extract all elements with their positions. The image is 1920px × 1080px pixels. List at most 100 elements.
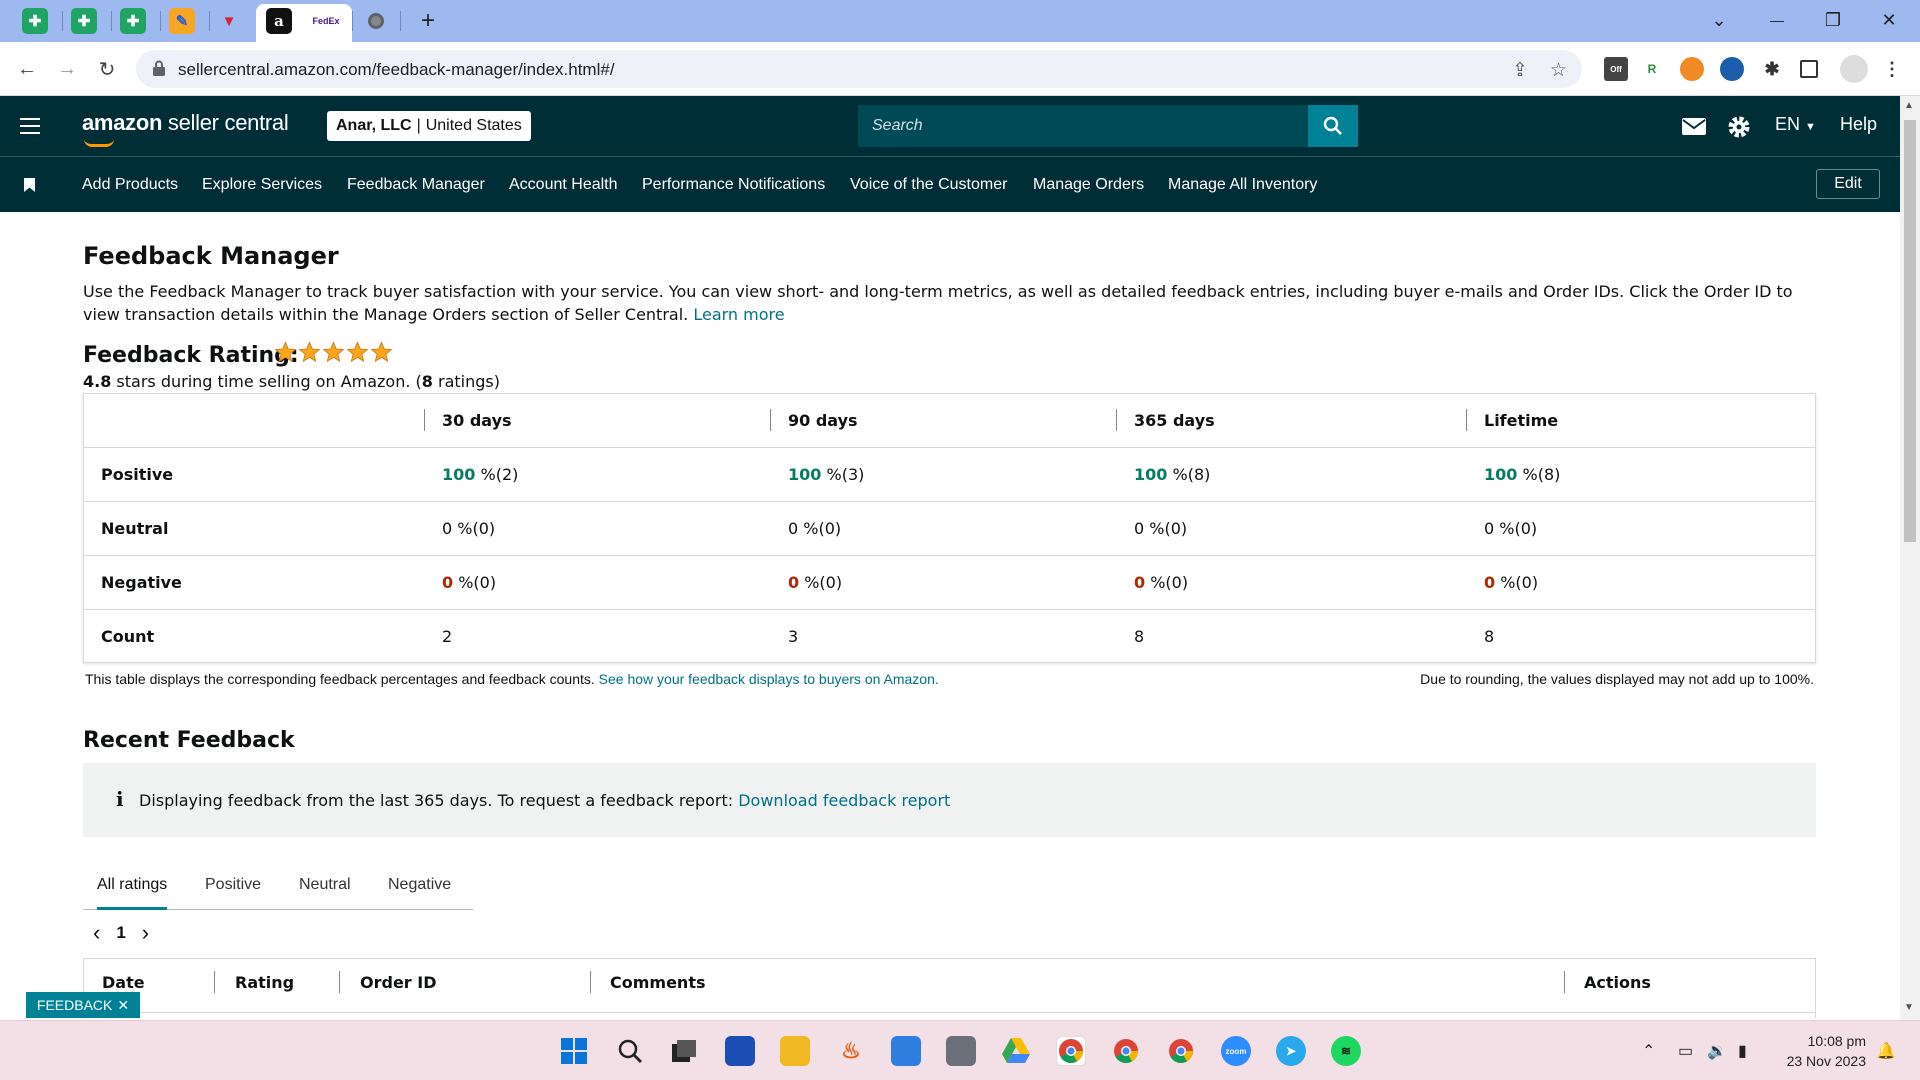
column-separator (1564, 971, 1565, 993)
nav-manage-inventory[interactable]: Manage All Inventory (1168, 176, 1317, 194)
column-header-rating[interactable]: Rating (235, 973, 294, 992)
new-tab-button[interactable]: + (415, 7, 441, 34)
share-icon[interactable]: ⇪ (1512, 59, 1528, 82)
search-input[interactable]: Search (858, 105, 1308, 147)
nav-manage-orders[interactable]: Manage Orders (1033, 176, 1144, 194)
extension-off-icon[interactable]: Off (1604, 57, 1628, 81)
tab-neutral[interactable]: Neutral (299, 876, 351, 894)
reload-icon[interactable]: ↻ (93, 55, 121, 83)
close-icon[interactable]: ✕ (117, 997, 129, 1014)
learn-more-link[interactable]: Learn more (693, 305, 784, 324)
bookmark-icon[interactable] (24, 178, 35, 192)
chrome-profile-2-icon[interactable] (1111, 1036, 1141, 1066)
volume-icon[interactable]: 🔉 (1707, 1041, 1727, 1061)
telegram-icon[interactable]: ➤ (1276, 1036, 1306, 1066)
tab-search-chevron-icon[interactable]: ⌄ (1704, 6, 1734, 34)
notification-bell-icon[interactable]: 🔔 (1876, 1041, 1896, 1061)
rating-summary: 4.8 stars during time selling on Amazon.… (83, 372, 500, 391)
fire-app-icon[interactable]: ♨ (836, 1036, 866, 1066)
table-cell: 8 (1134, 627, 1145, 646)
nav-account-health[interactable]: Account Health (509, 176, 618, 194)
next-page-icon[interactable]: › (142, 920, 149, 946)
extension-blue-icon[interactable] (1720, 57, 1744, 81)
tab-triangle-icon[interactable]: ▼ (216, 8, 242, 34)
file-explorer-icon[interactable] (780, 1036, 810, 1066)
profile-avatar[interactable] (1840, 55, 1868, 83)
tab-sheets-icon-2[interactable]: ✚ (71, 8, 97, 34)
chrome-active-icon[interactable] (1056, 1036, 1086, 1066)
close-window-button[interactable]: ✕ (1874, 6, 1904, 34)
table-row: Negative 0 %(0) 0 %(0) 0 %(0) 0 %(0) (84, 555, 1815, 609)
display-icon[interactable]: ▭ (1678, 1041, 1693, 1061)
hamburger-menu-icon[interactable] (20, 118, 40, 134)
chrome-profile-3-icon[interactable] (1166, 1036, 1196, 1066)
tray-chevron-up-icon[interactable]: ⌃ (1642, 1041, 1655, 1061)
bookmark-star-icon[interactable]: ☆ (1550, 59, 1567, 82)
edit-nav-button[interactable]: Edit (1816, 169, 1880, 199)
extensions-puzzle-icon[interactable]: ✱ (1760, 57, 1784, 81)
prev-page-icon[interactable]: ‹ (93, 920, 100, 946)
windows-start-icon[interactable] (559, 1036, 589, 1066)
task-view-icon[interactable] (669, 1036, 699, 1066)
system-clock[interactable]: 10:08 pm 23 Nov 2023 (1776, 1031, 1866, 1071)
tab-all-ratings[interactable]: All ratings (97, 876, 168, 910)
tab-positive[interactable]: Positive (205, 876, 261, 894)
column-header-comments[interactable]: Comments (610, 973, 706, 992)
nav-voice-of-customer[interactable]: Voice of the Customer (850, 176, 1007, 194)
page-title: Feedback Manager (83, 242, 339, 270)
tab-fedex-icon[interactable]: FedEx (313, 8, 340, 34)
download-report-link[interactable]: Download feedback report (738, 791, 950, 810)
table-cell: 100 %(8) (1484, 465, 1561, 484)
scroll-down-arrow-icon[interactable]: ▼ (1904, 1002, 1914, 1013)
tab-sheets-icon-1[interactable]: ✚ (22, 8, 48, 34)
side-panel-icon[interactable] (1800, 60, 1818, 78)
store-icon[interactable] (725, 1036, 755, 1066)
help-link[interactable]: Help (1840, 114, 1877, 135)
scroll-thumb[interactable] (1904, 120, 1916, 542)
header-divider (84, 1012, 1815, 1013)
column-header-date[interactable]: Date (102, 973, 145, 992)
seller-central-logo[interactable]: amazon seller central (82, 110, 289, 136)
nav-explore-services[interactable]: Explore Services (202, 176, 322, 194)
page-scrollbar[interactable]: ▲ ▼ (1900, 96, 1920, 1020)
address-bar[interactable]: sellercentral.amazon.com/feedback-manage… (136, 50, 1582, 88)
zoom-icon[interactable]: zoom (1221, 1036, 1251, 1066)
calculator-icon[interactable] (946, 1036, 976, 1066)
search-icon[interactable] (615, 1036, 645, 1066)
google-drive-icon[interactable] (1001, 1036, 1031, 1066)
browser-menu-icon[interactable]: ⋮ (1880, 57, 1904, 81)
scroll-up-arrow-icon[interactable]: ▲ (1904, 100, 1914, 111)
language-selector[interactable]: EN ▼ (1775, 114, 1816, 135)
column-header-actions[interactable]: Actions (1584, 973, 1651, 992)
extension-orange-icon[interactable] (1680, 57, 1704, 81)
back-arrow-icon[interactable]: ← (13, 55, 41, 83)
search-button[interactable] (1308, 105, 1358, 147)
info-text: Displaying feedback from the last 365 da… (139, 791, 951, 810)
nav-performance-notifications[interactable]: Performance Notifications (642, 176, 825, 194)
tab-sheets-icon-3[interactable]: ✚ (120, 8, 146, 34)
notepad-icon[interactable] (891, 1036, 921, 1066)
settings-gear-icon[interactable] (1727, 115, 1751, 139)
minimize-button[interactable]: — (1762, 6, 1792, 34)
column-header-order-id[interactable]: Order ID (360, 973, 437, 992)
mail-icon[interactable] (1682, 118, 1706, 135)
tab-negative[interactable]: Negative (388, 876, 451, 894)
feedback-display-link[interactable]: See how your feedback displays to buyers… (599, 671, 939, 687)
extension-rs-icon[interactable]: R (1640, 57, 1664, 81)
forward-arrow-icon[interactable]: → (53, 55, 81, 83)
restore-button[interactable]: ❐ (1818, 6, 1848, 34)
amazon-smile-logo (84, 139, 114, 147)
current-page[interactable]: 1 (116, 923, 125, 943)
account-switcher[interactable]: Anar, LLC | United States (327, 111, 531, 141)
tab-pencil-icon[interactable]: ✎ (169, 8, 195, 34)
tab-separator (400, 11, 401, 31)
amazon-tab-icon: a (266, 8, 292, 34)
nav-add-products[interactable]: Add Products (82, 176, 178, 194)
battery-icon[interactable]: ▮ (1738, 1041, 1747, 1061)
tab-globe-icon[interactable] (363, 8, 389, 34)
info-alert: i Displaying feedback from the last 365 … (83, 763, 1816, 837)
feedback-widget-button[interactable]: FEEDBACK ✕ (26, 992, 140, 1018)
spotify-icon[interactable]: ≋ (1331, 1036, 1361, 1066)
table-cell: 0 %(0) (1484, 519, 1538, 538)
nav-feedback-manager[interactable]: Feedback Manager (347, 176, 485, 194)
